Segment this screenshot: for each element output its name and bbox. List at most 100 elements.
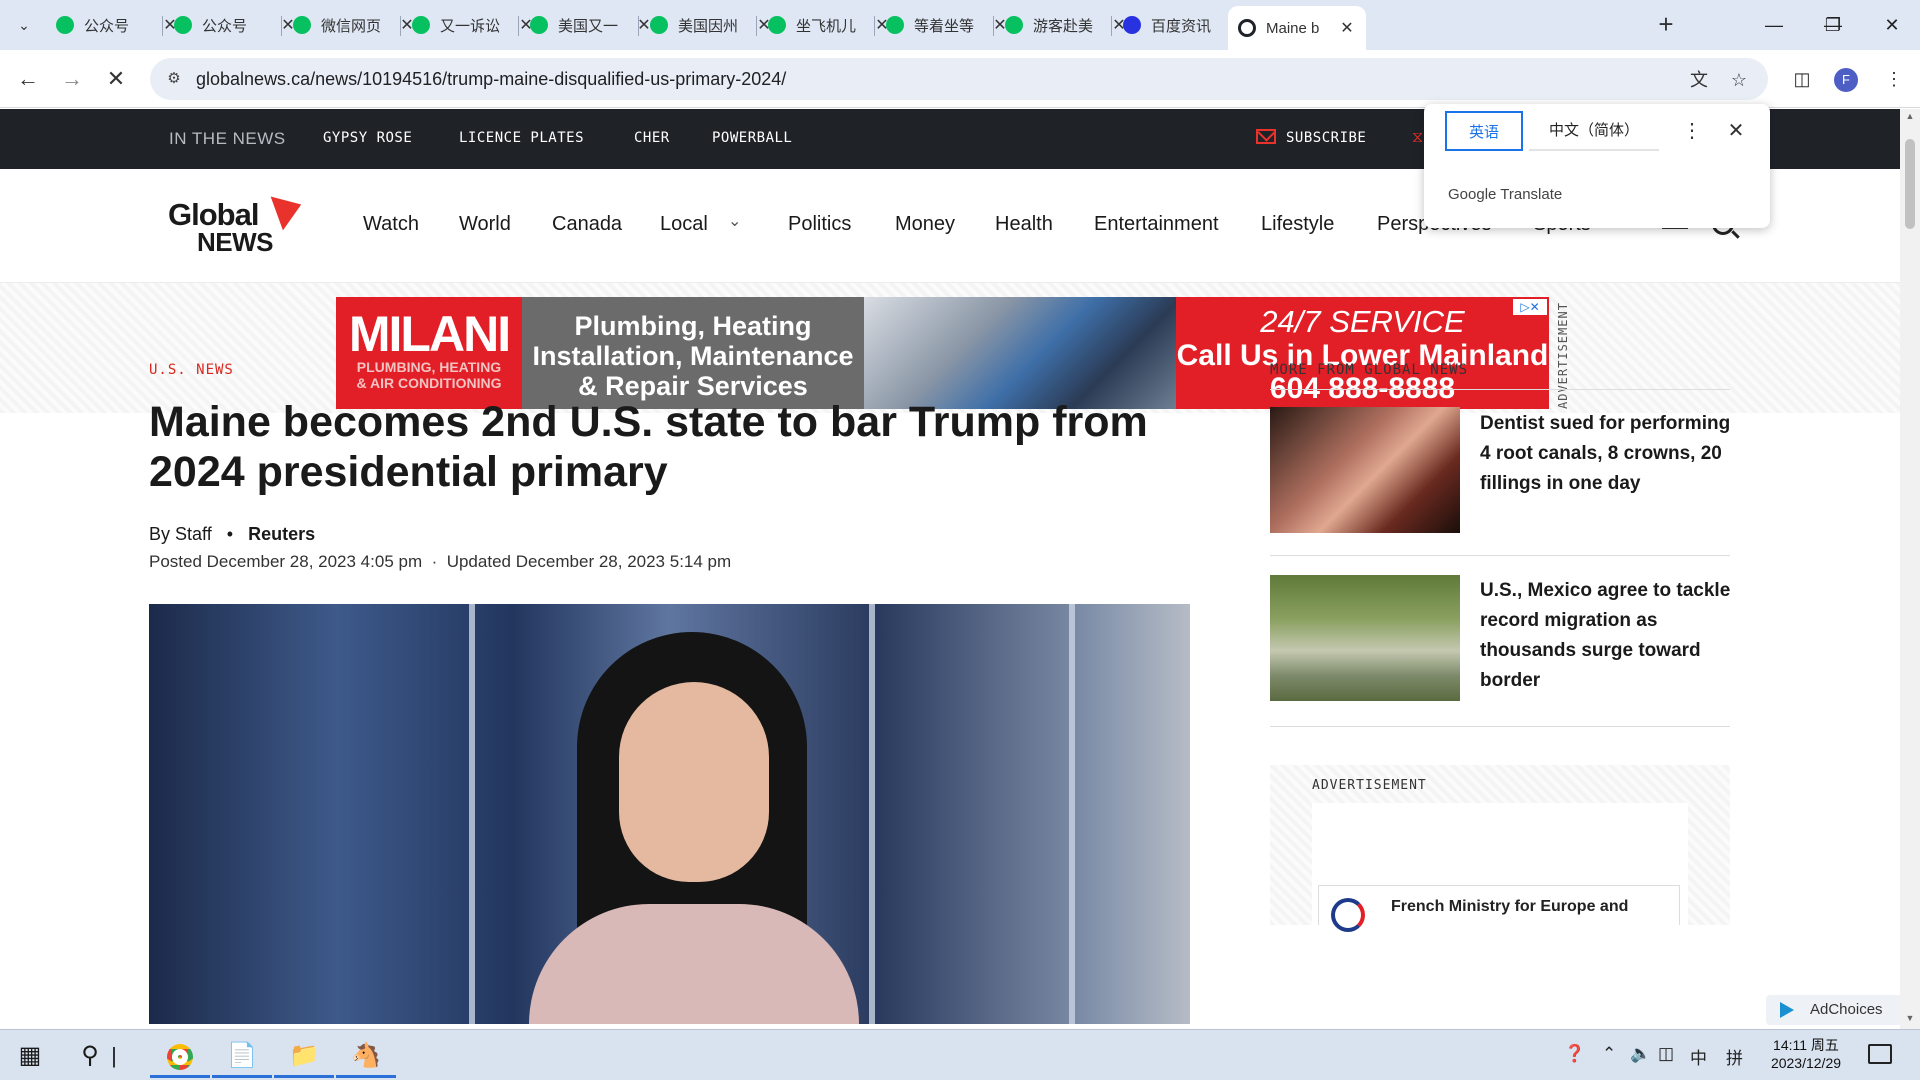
restore-window-button[interactable]: ❐	[1813, 8, 1853, 42]
chevron-down-icon[interactable]: ⌄	[728, 211, 741, 231]
bookmark-star-icon[interactable]: ☆	[1726, 67, 1752, 93]
windows-start-icon[interactable]: ▦	[0, 1036, 60, 1078]
adchoices-button[interactable]: AdChoices	[1766, 995, 1900, 1025]
sidebar-item-thumbnail[interactable]	[1270, 407, 1460, 533]
subscribe-link[interactable]: SUBSCRIBE	[1286, 130, 1366, 146]
ad-services-line: Installation, Maintenance	[532, 341, 854, 371]
taskbar-clock[interactable]: 14:11 周五 2023/12/29	[1756, 1036, 1856, 1072]
tab-title: 坐飞机儿	[796, 17, 857, 35]
ad-choices-mini-icon[interactable]: ▷✕	[1513, 299, 1547, 315]
tab-title: 又一诉讼	[440, 17, 501, 35]
sidebar-ad-text: French Ministry for Europe and	[1391, 898, 1629, 915]
tab-title: 百度资讯	[1151, 17, 1212, 35]
tab-favicon-icon	[174, 16, 192, 34]
nav-world[interactable]: World	[459, 213, 511, 236]
tab-title: 美国又一	[558, 17, 619, 35]
trending-link[interactable]: POWERBALL	[712, 130, 792, 146]
profile-avatar[interactable]: F	[1834, 68, 1858, 92]
sidebar-ad-card[interactable]: French Ministry for Europe and	[1318, 885, 1680, 932]
banner-ad[interactable]: MILANI PLUMBING, HEATING & AIR CONDITION…	[336, 297, 1549, 409]
article-video-player[interactable]	[149, 604, 1190, 1024]
network-icon[interactable]: ◫	[1658, 1044, 1674, 1064]
byline-author[interactable]: Staff	[175, 524, 212, 544]
site-info-icon[interactable]: ⚙	[164, 69, 184, 89]
address-bar[interactable]: ⚙ globalnews.ca/news/10194516/trump-main…	[150, 58, 1768, 100]
scroll-down-arrow-icon[interactable]: ▼	[1900, 1013, 1920, 1029]
back-button[interactable]: ←	[12, 63, 44, 95]
scroll-thumb[interactable]	[1905, 139, 1915, 229]
nav-lifestyle[interactable]: Lifestyle	[1261, 213, 1334, 236]
ad-cta-line: 24/7 SERVICE	[1260, 304, 1465, 339]
translate-options-icon[interactable]: ⋮	[1682, 116, 1702, 146]
nav-entertainment[interactable]: Entertainment	[1094, 213, 1219, 236]
image-app-taskbar-icon[interactable]: 🐴	[336, 1036, 396, 1078]
forward-button[interactable]: →	[56, 63, 88, 95]
nav-politics[interactable]: Politics	[788, 213, 851, 236]
stop-loading-button[interactable]: ✕	[100, 63, 132, 95]
article-headline: Maine becomes 2nd U.S. state to bar Trum…	[149, 398, 1148, 496]
nav-watch[interactable]: Watch	[363, 213, 419, 236]
sidebar-item-link[interactable]: U.S., Mexico agree to tackle record migr…	[1480, 576, 1732, 696]
help-icon[interactable]: ❓	[1564, 1044, 1585, 1064]
nav-money[interactable]: Money	[895, 213, 955, 236]
sidebar-divider	[1270, 726, 1730, 727]
translate-target-language-tab[interactable]: 中文（简体）	[1529, 111, 1659, 151]
nav-canada[interactable]: Canada	[552, 213, 622, 236]
tab-close-icon[interactable]: ✕	[1338, 18, 1356, 38]
sidebar-divider	[1270, 389, 1730, 390]
show-hidden-icons-chevron-icon[interactable]: ⌃	[1602, 1044, 1616, 1064]
page-scrollbar[interactable]: ▲ ▼	[1900, 109, 1920, 1029]
ad-services-line: Plumbing, Heating	[574, 311, 812, 341]
trending-link[interactable]: LICENCE PLATES	[459, 130, 584, 146]
video-background-pillar	[469, 604, 475, 1024]
notification-center-icon[interactable]	[1868, 1044, 1892, 1064]
scroll-up-arrow-icon[interactable]: ▲	[1900, 111, 1920, 127]
brand-translate: Translate	[1500, 186, 1563, 203]
speaker-icon[interactable]: 🔈	[1630, 1044, 1651, 1064]
close-window-button[interactable]: ✕	[1872, 8, 1912, 42]
nav-local[interactable]: Local	[660, 213, 708, 236]
tab-separator	[1111, 16, 1112, 36]
ad-services-block: Plumbing, Heating Installation, Maintena…	[522, 297, 864, 409]
windows-taskbar: ▦ ⚲ | 📄 📁 🐴 ❓ ⌃ 🔈 ◫ 中 拼 14:11 周五 2023/12…	[0, 1029, 1920, 1080]
translate-source-language-tab[interactable]: 英语	[1445, 111, 1523, 151]
browser-menu-icon[interactable]: ⋮	[1880, 65, 1908, 93]
ad-brand-block: MILANI PLUMBING, HEATING & AIR CONDITION…	[336, 297, 522, 409]
side-panel-icon[interactable]: ◫	[1788, 65, 1816, 93]
file-explorer-taskbar-icon[interactable]: 📁	[274, 1036, 334, 1078]
adchoices-icon	[1780, 1002, 1794, 1018]
tab-separator	[874, 16, 875, 36]
ime-mode-indicator[interactable]: 中	[1690, 1044, 1707, 1069]
tab-separator	[281, 16, 282, 36]
tab-title: 游客赴美	[1033, 17, 1094, 35]
nav-health[interactable]: Health	[995, 213, 1053, 236]
minimize-window-button[interactable]: —	[1754, 8, 1794, 42]
tab-favicon-icon	[530, 16, 548, 34]
trending-link[interactable]: GYPSY ROSE	[323, 130, 412, 146]
chrome-taskbar-icon[interactable]	[150, 1036, 210, 1078]
ime-pinyin-indicator[interactable]: 拼	[1726, 1044, 1743, 1069]
tab-search-menu-button[interactable]: ⌄	[10, 13, 38, 37]
tab-favicon-icon	[412, 16, 430, 34]
section-label[interactable]: U.S. NEWS	[149, 362, 234, 378]
clock-date: 2023/12/29	[1770, 1055, 1842, 1071]
global-news-logo[interactable]: Global NEWS	[168, 187, 308, 261]
app-taskbar-icon[interactable]: 📄	[212, 1036, 272, 1078]
ad-brand-name: MILANI	[348, 306, 511, 362]
ministry-logo-icon	[1331, 898, 1365, 932]
brand-google: Google	[1448, 186, 1497, 203]
trending-link[interactable]: CHER	[634, 130, 670, 146]
new-tab-button[interactable]: +	[1651, 10, 1681, 40]
news-anchor-face	[619, 682, 769, 882]
browser-toolbar: ← → ✕ ⚙ globalnews.ca/news/10194516/trum…	[0, 50, 1920, 108]
translate-close-icon[interactable]: ✕	[1724, 116, 1748, 146]
browser-tab[interactable]: Maine b ✕	[1228, 6, 1366, 50]
sidebar-item-link[interactable]: Dentist sued for performing 4 root canal…	[1480, 409, 1732, 499]
tab-separator	[993, 16, 994, 36]
sidebar-item-thumbnail[interactable]	[1270, 575, 1460, 701]
url-text[interactable]: globalnews.ca/news/10194516/trump-maine-…	[196, 69, 786, 90]
translate-icon[interactable]: 文	[1686, 67, 1712, 93]
live-broadcast-icon[interactable]: ⧖	[1412, 129, 1423, 147]
google-translate-brand: Google Translate	[1448, 186, 1562, 203]
ad-plumber-photo	[864, 297, 1176, 409]
